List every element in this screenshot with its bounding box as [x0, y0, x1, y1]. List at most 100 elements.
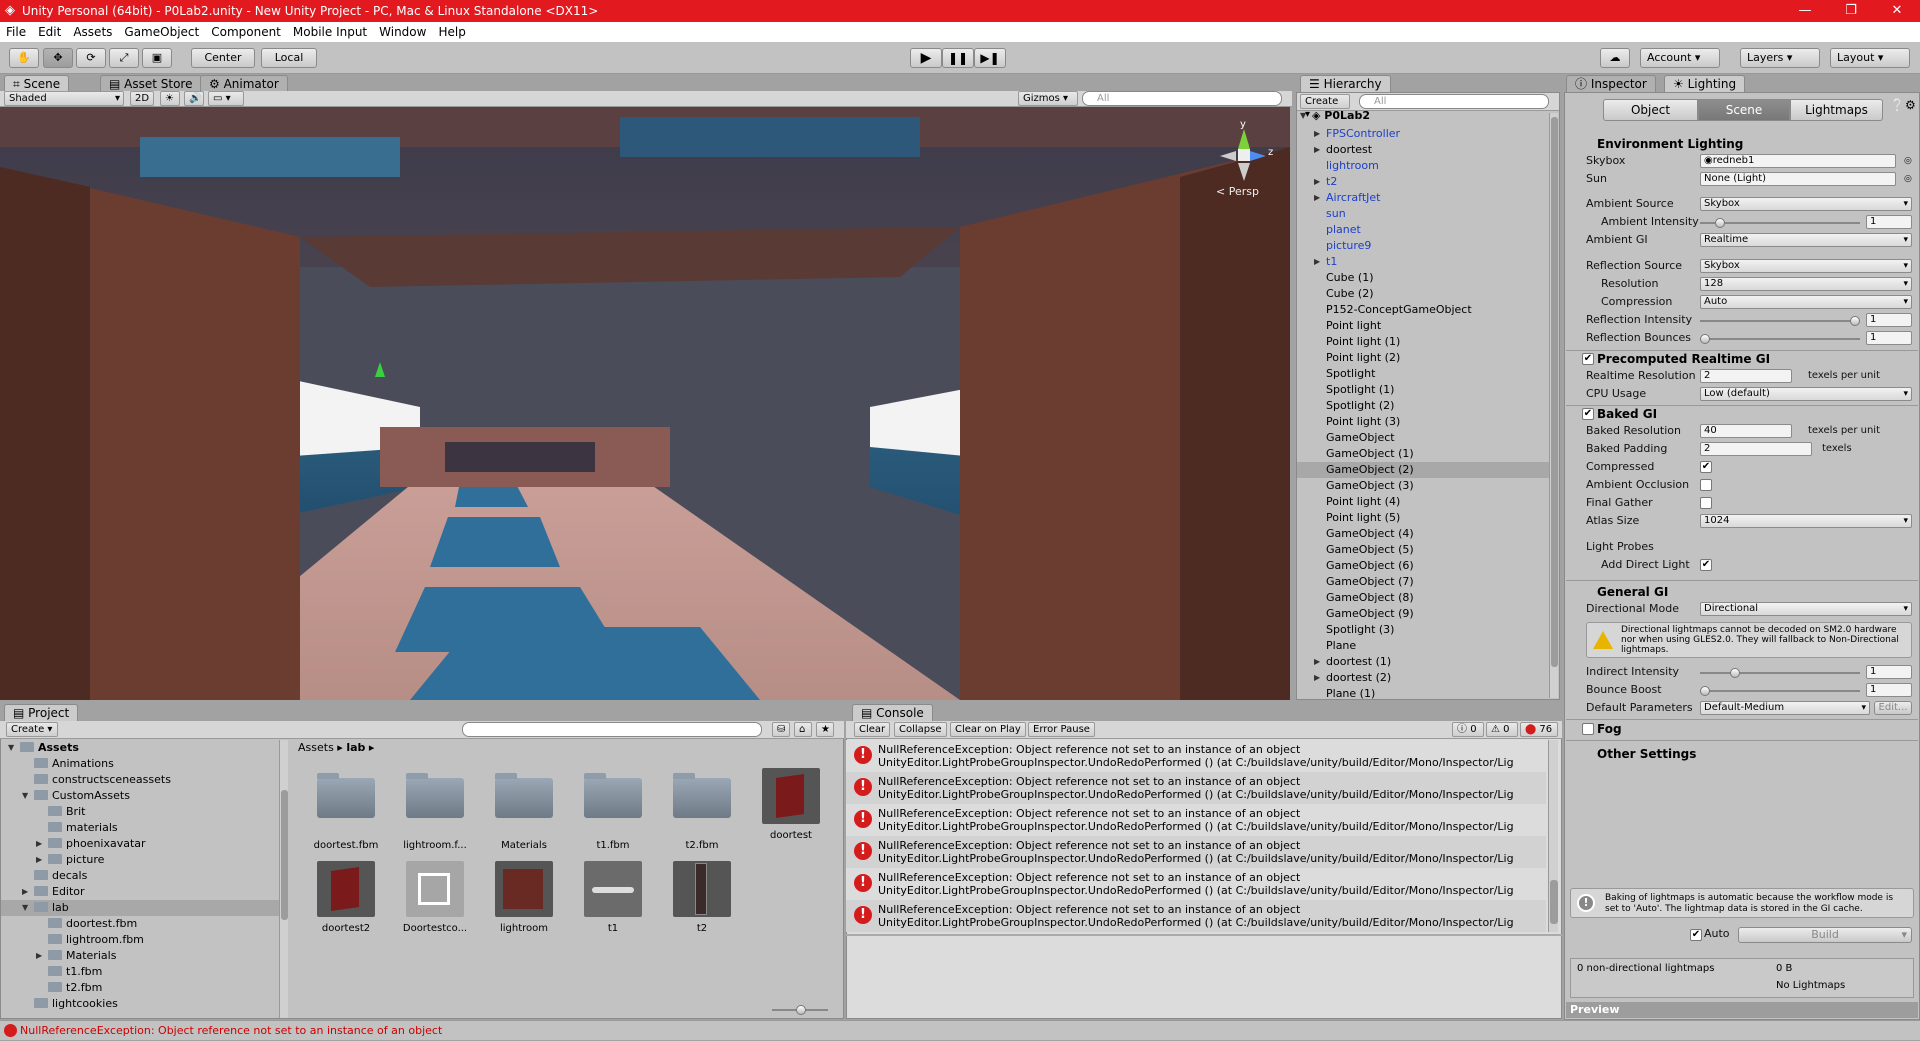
- cloud-button[interactable]: ☁: [1600, 48, 1630, 68]
- build-button[interactable]: Build ▾: [1738, 927, 1912, 943]
- tree-folder[interactable]: Brit: [48, 804, 85, 820]
- sun-field[interactable]: None (Light): [1700, 172, 1896, 186]
- pivot-center-button[interactable]: Center: [191, 48, 255, 68]
- tree-arrow-icon[interactable]: ▼: [22, 900, 28, 916]
- console-detail-divider[interactable]: [846, 934, 1562, 936]
- hierarchy-scroll-thumb[interactable]: [1551, 117, 1558, 667]
- asset-tile[interactable]: lightroom.f...: [399, 768, 471, 851]
- hierarchy-item[interactable]: FPSController: [1326, 126, 1400, 142]
- tab-scene[interactable]: ⌗ Scene: [4, 75, 70, 92]
- hierarchy-item[interactable]: doortest (2): [1326, 670, 1391, 686]
- resolution-dropdown[interactable]: 128: [1700, 277, 1912, 291]
- tree-arrow-icon[interactable]: ▼: [8, 740, 14, 756]
- scale-tool-button[interactable]: ⤢: [109, 48, 139, 68]
- realtime-resolution-field[interactable]: 2: [1700, 369, 1792, 383]
- favorite-icon[interactable]: ★: [816, 722, 834, 737]
- ambient-source-dropdown[interactable]: Skybox: [1700, 197, 1912, 211]
- tree-folder[interactable]: t1.fbm: [48, 964, 102, 980]
- scene-search-input[interactable]: All: [1082, 91, 1282, 106]
- play-button[interactable]: ▶: [910, 48, 942, 68]
- indirect-intensity-slider[interactable]: [1700, 668, 1860, 678]
- console-clear-on-play-button[interactable]: Clear on Play: [950, 722, 1026, 737]
- menu-window[interactable]: Window: [373, 22, 432, 42]
- expand-arrow-icon[interactable]: ▶: [1314, 174, 1320, 190]
- baked-gi-checkbox[interactable]: ✔: [1582, 408, 1594, 420]
- console-log-entry[interactable]: ! NullReferenceException: Object referenc…: [846, 740, 1546, 772]
- bounce-boost-field[interactable]: 1: [1866, 683, 1912, 697]
- hierarchy-item[interactable]: doortest (1): [1326, 654, 1391, 670]
- hierarchy-item[interactable]: Point light (3): [1326, 414, 1400, 430]
- tab-console[interactable]: ▤ Console: [852, 704, 933, 721]
- asset-tile[interactable]: doortest: [755, 768, 827, 841]
- reflection-intensity-slider[interactable]: [1700, 316, 1860, 326]
- subtab-scene[interactable]: Scene: [1698, 99, 1790, 121]
- tree-scroll-thumb[interactable]: [281, 790, 288, 920]
- filter-type-icon[interactable]: ⛁: [772, 722, 790, 737]
- project-search-input[interactable]: [462, 722, 762, 737]
- tab-asset-store[interactable]: ▤ Asset Store: [100, 75, 202, 92]
- tree-arrow-icon[interactable]: ▶: [36, 948, 42, 964]
- target-icon[interactable]: ◎: [1904, 153, 1912, 169]
- cpu-usage-dropdown[interactable]: Low (default): [1700, 387, 1912, 401]
- reflection-intensity-knob[interactable]: [1850, 316, 1860, 326]
- hierarchy-item[interactable]: GameObject (9): [1326, 606, 1414, 622]
- pivot-local-button[interactable]: Local: [261, 48, 317, 68]
- hierarchy-item[interactable]: Spotlight (2): [1326, 398, 1394, 414]
- reflection-bounces-field[interactable]: 1: [1866, 331, 1912, 345]
- subtab-lightmaps[interactable]: Lightmaps: [1790, 99, 1883, 121]
- hierarchy-item[interactable]: GameObject (8): [1326, 590, 1414, 606]
- step-button[interactable]: ▶❚: [974, 48, 1006, 68]
- console-log-entry[interactable]: ! NullReferenceException: Object referenc…: [846, 772, 1546, 804]
- inspector-help-icon[interactable]: ❔⚙: [1890, 98, 1916, 112]
- bounce-boost-knob[interactable]: [1700, 686, 1710, 696]
- maximize-icon[interactable]: ❐: [1828, 0, 1874, 22]
- hierarchy-item[interactable]: P152-ConceptGameObject: [1326, 302, 1472, 318]
- tab-hierarchy[interactable]: ☰ Hierarchy: [1300, 75, 1391, 92]
- expand-arrow-icon[interactable]: ▶: [1314, 142, 1320, 158]
- edit-parameters-button[interactable]: Edit...: [1874, 701, 1912, 715]
- menu-assets[interactable]: Assets: [67, 22, 118, 42]
- scene-gizmo[interactable]: y z < Persp: [1208, 119, 1278, 199]
- hierarchy-item[interactable]: Cube (1): [1326, 270, 1373, 286]
- asset-tile[interactable]: t2.fbm: [666, 768, 738, 851]
- hierarchy-item[interactable]: GameObject (6): [1326, 558, 1414, 574]
- hierarchy-item[interactable]: doortest: [1326, 142, 1372, 158]
- final-gather-checkbox[interactable]: [1700, 497, 1712, 509]
- hierarchy-item[interactable]: picture9: [1326, 238, 1371, 254]
- compressed-checkbox[interactable]: ✔: [1700, 461, 1712, 473]
- hierarchy-search-input[interactable]: All: [1359, 94, 1549, 109]
- default-parameters-dropdown[interactable]: Default-Medium: [1700, 701, 1870, 715]
- console-error-toggle[interactable]: ⬤ 76: [1520, 722, 1558, 737]
- tab-inspector[interactable]: ⓘ Inspector: [1566, 75, 1656, 92]
- ambient-intensity-slider[interactable]: [1700, 218, 1860, 228]
- persp-label[interactable]: < Persp: [1216, 185, 1259, 198]
- icon-size-slider[interactable]: [772, 1005, 828, 1015]
- expand-arrow-icon[interactable]: ▶: [1314, 254, 1320, 270]
- mode-2d-button[interactable]: 2D: [130, 91, 154, 106]
- tree-arrow-icon[interactable]: ▶: [22, 884, 28, 900]
- console-warn-toggle[interactable]: ⚠ 0: [1486, 722, 1518, 737]
- ambient-intensity-knob[interactable]: [1715, 218, 1725, 228]
- indirect-intensity-field[interactable]: 1: [1866, 665, 1912, 679]
- tree-arrow-icon[interactable]: ▶: [36, 852, 42, 868]
- project-create-button[interactable]: Create ▾: [6, 722, 58, 737]
- console-error-pause-button[interactable]: Error Pause: [1028, 722, 1095, 737]
- scene-expand-arrow-icon[interactable]: ▼: [1300, 108, 1306, 124]
- move-tool-button[interactable]: ✥: [43, 48, 73, 68]
- hand-tool-button[interactable]: ✋: [9, 48, 39, 68]
- hierarchy-item[interactable]: Plane (1): [1326, 686, 1375, 702]
- expand-arrow-icon[interactable]: ▶: [1314, 190, 1320, 206]
- hierarchy-item[interactable]: GameObject (7): [1326, 574, 1414, 590]
- menu-file[interactable]: File: [0, 22, 32, 42]
- expand-arrow-icon[interactable]: ▶: [1314, 654, 1320, 670]
- asset-tile[interactable]: lightroom: [488, 861, 560, 934]
- reflection-bounces-slider[interactable]: [1700, 334, 1860, 344]
- hierarchy-item[interactable]: Spotlight (1): [1326, 382, 1394, 398]
- scene-viewport[interactable]: y z < Persp: [0, 107, 1290, 700]
- hierarchy-item[interactable]: Point light (5): [1326, 510, 1400, 526]
- reflection-intensity-field[interactable]: 1: [1866, 313, 1912, 327]
- console-scroll-thumb[interactable]: [1550, 880, 1558, 924]
- menu-mobile-input[interactable]: Mobile Input: [287, 22, 373, 42]
- tree-scrollbar[interactable]: [279, 740, 288, 1018]
- hierarchy-item[interactable]: Spotlight: [1326, 366, 1375, 382]
